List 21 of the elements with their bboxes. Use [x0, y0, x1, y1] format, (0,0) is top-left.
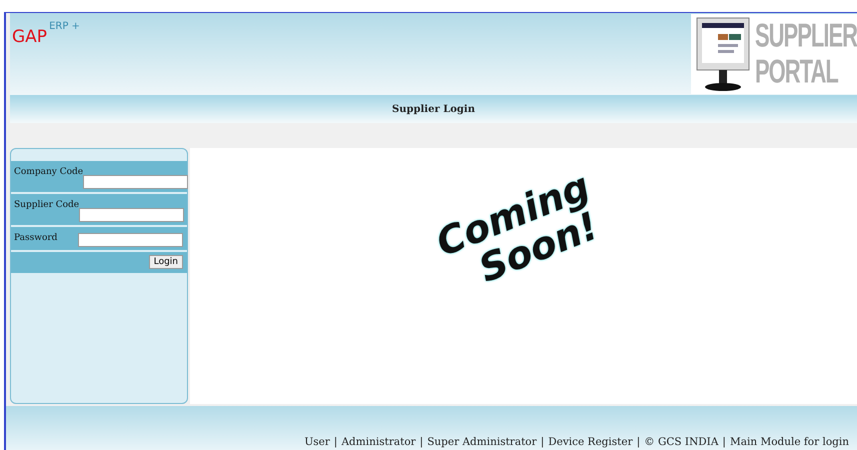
separator: | — [540, 436, 544, 448]
input-field[interactable] — [79, 208, 184, 222]
login-button[interactable]: Login — [148, 255, 183, 269]
footer-link[interactable]: © GCS INDIA — [644, 436, 718, 448]
footer-link[interactable]: Super Administrator — [427, 436, 537, 448]
separator: | — [334, 436, 338, 448]
field-label: Supplier Code — [14, 200, 80, 210]
input-field[interactable] — [83, 175, 188, 189]
footer-link[interactable]: Administrator — [341, 436, 416, 448]
brand-suffix: ERP + — [49, 21, 80, 32]
footer-link[interactable]: Main Module for login — [730, 436, 849, 448]
input-field[interactable] — [78, 233, 183, 247]
brand-logo: GAP — [12, 27, 48, 47]
field-label: Company Code — [14, 167, 84, 177]
field-label: Password — [14, 233, 58, 243]
separator: | — [420, 436, 424, 448]
footer-link[interactable]: User — [304, 436, 330, 448]
separator: | — [636, 436, 640, 448]
separator: | — [722, 436, 726, 448]
footer-link[interactable]: Device Register — [548, 436, 633, 448]
page-title: Supplier Login — [392, 104, 475, 114]
